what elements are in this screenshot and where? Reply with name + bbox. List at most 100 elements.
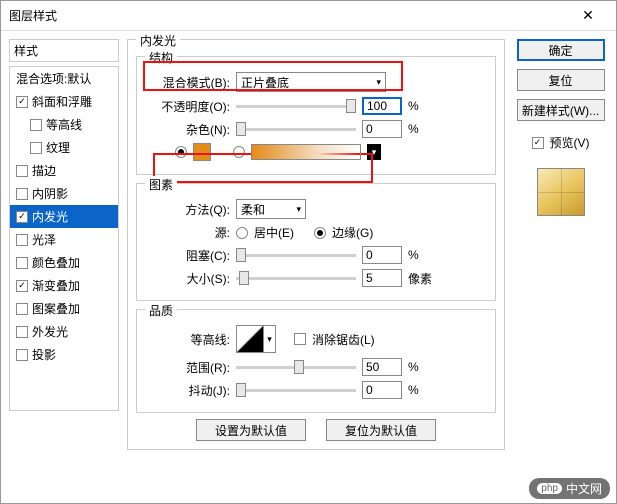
- opacity-label: 不透明度(O):: [145, 98, 230, 115]
- chevron-down-icon: ▾: [376, 77, 381, 88]
- range-input[interactable]: 50: [362, 358, 402, 376]
- jitter-unit: %: [408, 383, 419, 397]
- preview-swatch: [537, 168, 585, 216]
- make-default-button[interactable]: 设置为默认值: [196, 419, 306, 441]
- range-unit: %: [408, 360, 419, 374]
- size-input[interactable]: 5: [362, 269, 402, 287]
- noise-label: 杂色(N):: [145, 121, 230, 138]
- gradient-preview[interactable]: [251, 144, 361, 160]
- quality-title: 品质: [145, 302, 177, 319]
- style-label: 渐变叠加: [32, 277, 80, 294]
- close-button[interactable]: ✕: [568, 2, 608, 30]
- style-checkbox[interactable]: [16, 280, 28, 292]
- structure-title: 结构: [145, 49, 177, 66]
- method-dropdown[interactable]: 柔和 ▾: [236, 199, 306, 219]
- choke-slider[interactable]: [236, 254, 356, 257]
- styles-header: 样式: [9, 39, 119, 62]
- style-item[interactable]: 内发光: [10, 205, 118, 228]
- style-item[interactable]: 外发光: [10, 320, 118, 343]
- range-slider[interactable]: [236, 366, 356, 369]
- style-label: 投影: [32, 346, 56, 363]
- style-checkbox[interactable]: [16, 303, 28, 315]
- elements-group: 图素 方法(Q): 柔和 ▾ 源: 居中(E) 边缘: [136, 183, 496, 301]
- range-label: 范围(R):: [145, 359, 230, 376]
- preview-checkbox[interactable]: [532, 137, 544, 149]
- color-solid-radio[interactable]: [175, 146, 187, 158]
- noise-unit: %: [408, 122, 419, 136]
- style-checkbox[interactable]: [30, 119, 42, 131]
- source-label: 源:: [145, 224, 230, 241]
- inner-glow-group: 内发光 结构 混合模式(B): 正片叠底 ▾ 不透明度(O):: [127, 39, 505, 450]
- style-label: 外发光: [32, 323, 68, 340]
- style-item[interactable]: 颜色叠加: [10, 251, 118, 274]
- jitter-input[interactable]: 0: [362, 381, 402, 399]
- style-label: 光泽: [32, 231, 56, 248]
- style-item[interactable]: 描边: [10, 159, 118, 182]
- style-item[interactable]: 图案叠加: [10, 297, 118, 320]
- blend-mode-label: 混合模式(B):: [145, 74, 230, 91]
- style-item[interactable]: 投影: [10, 343, 118, 366]
- ok-button[interactable]: 确定: [517, 39, 605, 61]
- opacity-unit: %: [408, 99, 419, 113]
- source-center-radio[interactable]: [236, 227, 248, 239]
- style-item[interactable]: 内阴影: [10, 182, 118, 205]
- jitter-label: 抖动(J):: [145, 382, 230, 399]
- titlebar[interactable]: 图层样式 ✕: [1, 1, 616, 31]
- style-checkbox[interactable]: [16, 165, 28, 177]
- size-unit: 像素: [408, 270, 432, 287]
- color-gradient-radio[interactable]: [233, 146, 245, 158]
- layer-style-dialog: 图层样式 ✕ 样式 混合选项:默认 斜面和浮雕等高线纹理描边内阴影内发光光泽颜色…: [0, 0, 617, 504]
- preview-label: 预览(V): [550, 134, 590, 151]
- gradient-dropdown-arrow[interactable]: ▾: [367, 144, 381, 160]
- cancel-button[interactable]: 复位: [517, 69, 605, 91]
- antialias-checkbox[interactable]: [294, 333, 306, 345]
- style-label: 描边: [32, 162, 56, 179]
- style-label: 颜色叠加: [32, 254, 80, 271]
- reset-default-button[interactable]: 复位为默认值: [326, 419, 436, 441]
- style-label: 内阴影: [32, 185, 68, 202]
- style-checkbox[interactable]: [16, 349, 28, 361]
- blend-mode-dropdown[interactable]: 正片叠底 ▾: [236, 72, 386, 92]
- contour-dropdown-arrow[interactable]: ▾: [264, 325, 276, 353]
- blend-options-item[interactable]: 混合选项:默认: [10, 67, 118, 90]
- size-slider[interactable]: [236, 277, 356, 280]
- style-label: 等高线: [46, 116, 82, 133]
- action-panel: 确定 复位 新建样式(W)... 预览(V): [513, 39, 608, 456]
- new-style-button[interactable]: 新建样式(W)...: [517, 99, 605, 121]
- opacity-slider[interactable]: [236, 105, 356, 108]
- color-swatch[interactable]: [193, 143, 211, 161]
- styles-sidebar: 样式 混合选项:默认 斜面和浮雕等高线纹理描边内阴影内发光光泽颜色叠加渐变叠加图…: [9, 39, 119, 456]
- style-list: 混合选项:默认 斜面和浮雕等高线纹理描边内阴影内发光光泽颜色叠加渐变叠加图案叠加…: [9, 66, 119, 411]
- style-checkbox[interactable]: [16, 234, 28, 246]
- source-edge-radio[interactable]: [314, 227, 326, 239]
- elements-title: 图素: [145, 176, 177, 193]
- style-item[interactable]: 斜面和浮雕: [10, 90, 118, 113]
- style-checkbox[interactable]: [16, 257, 28, 269]
- antialias-label: 消除锯齿(L): [312, 331, 375, 348]
- style-label: 图案叠加: [32, 300, 80, 317]
- group-title: 内发光: [136, 32, 180, 49]
- choke-input[interactable]: 0: [362, 246, 402, 264]
- noise-slider[interactable]: [236, 128, 356, 131]
- style-item[interactable]: 纹理: [10, 136, 118, 159]
- contour-picker[interactable]: [236, 325, 264, 353]
- style-item[interactable]: 渐变叠加: [10, 274, 118, 297]
- style-checkbox[interactable]: [16, 326, 28, 338]
- watermark: php 中文网: [529, 478, 610, 499]
- style-checkbox[interactable]: [16, 188, 28, 200]
- window-title: 图层样式: [9, 7, 568, 24]
- opacity-input[interactable]: 100: [362, 97, 402, 115]
- style-item[interactable]: 等高线: [10, 113, 118, 136]
- method-label: 方法(Q):: [145, 201, 230, 218]
- choke-unit: %: [408, 248, 419, 262]
- quality-group: 品质 等高线: ▾ 消除锯齿(L) 范围(R):: [136, 309, 496, 413]
- chevron-down-icon: ▾: [296, 204, 301, 215]
- style-item[interactable]: 光泽: [10, 228, 118, 251]
- choke-label: 阻塞(C):: [145, 247, 230, 264]
- style-checkbox[interactable]: [16, 211, 28, 223]
- jitter-slider[interactable]: [236, 389, 356, 392]
- style-checkbox[interactable]: [30, 142, 42, 154]
- noise-input[interactable]: 0: [362, 120, 402, 138]
- settings-panel: 内发光 结构 混合模式(B): 正片叠底 ▾ 不透明度(O):: [127, 39, 505, 456]
- style-checkbox[interactable]: [16, 96, 28, 108]
